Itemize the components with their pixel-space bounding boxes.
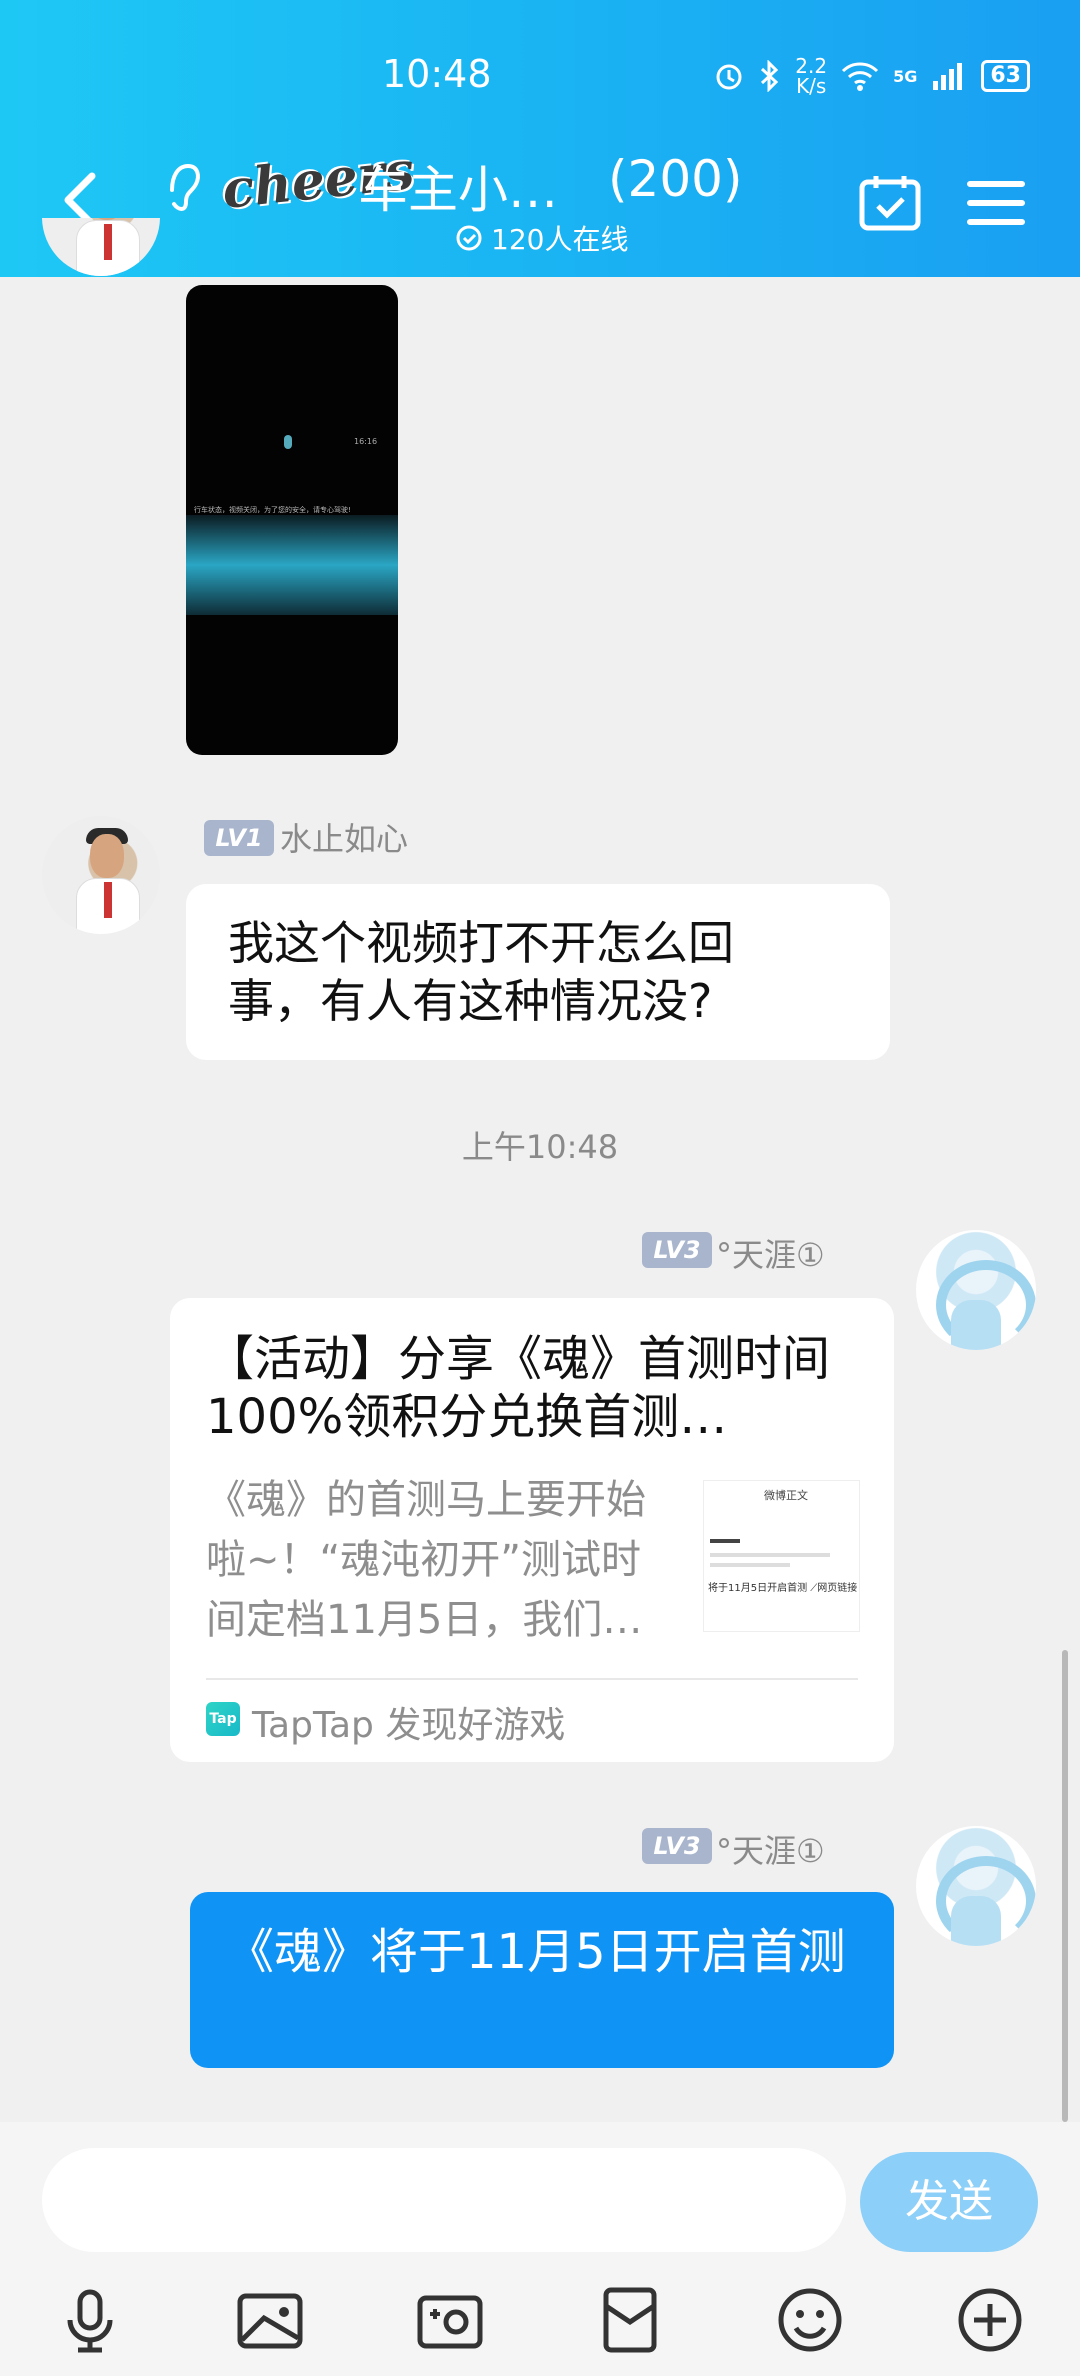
check-circle-icon bbox=[456, 225, 482, 251]
message-input[interactable] bbox=[42, 2148, 846, 2252]
ear-icon[interactable] bbox=[162, 160, 202, 212]
bluetooth-icon bbox=[761, 60, 779, 92]
microphone-icon[interactable] bbox=[54, 2284, 126, 2356]
menu-icon[interactable] bbox=[966, 178, 1026, 228]
sender-name[interactable]: 水止如心 bbox=[280, 814, 408, 860]
calendar-icon[interactable] bbox=[858, 172, 922, 232]
card-thumbnail: 微博正文 将于11月5日开启首测 ⟋网页链接 bbox=[703, 1480, 860, 1632]
video-message[interactable]: 16:16 行车状态，视频关闭，为了您的安全，请专心驾驶! bbox=[186, 285, 398, 755]
scrollbar[interactable] bbox=[1062, 1650, 1068, 2122]
status-icons: 2.2 K/s 5G 63 bbox=[713, 56, 1030, 96]
taptap-icon: Tap bbox=[206, 1702, 240, 1736]
alarm-icon bbox=[716, 64, 742, 90]
card-title: 【活动】分享《魂》首测时间 100%领积分兑换首测… bbox=[206, 1331, 831, 1445]
avatar[interactable] bbox=[916, 1230, 1036, 1350]
online-count: 120人在线 bbox=[491, 223, 629, 256]
level-badge: LV1 bbox=[204, 820, 274, 856]
status-time: 10:48 bbox=[382, 52, 492, 96]
card-description: 《魂》的首测马上要开始啦~！“魂沌初开”测试时间定档11月5日，我们… bbox=[206, 1477, 646, 1643]
online-status[interactable]: 120人在线 bbox=[455, 218, 628, 258]
image-icon[interactable] bbox=[234, 2284, 306, 2356]
level-badge: LV3 bbox=[642, 1232, 712, 1268]
send-button[interactable]: 发送 bbox=[860, 2152, 1038, 2252]
plus-icon[interactable] bbox=[954, 2284, 1026, 2356]
message-text: 我这个视频打不开怎么回事，有人有这种情况没? bbox=[228, 916, 734, 1028]
level-badge: LV3 bbox=[642, 1828, 712, 1864]
sender-name[interactable]: °天涯① bbox=[716, 1826, 825, 1872]
timestamp: 上午10:48 bbox=[461, 1128, 619, 1166]
network-type: 5G bbox=[893, 66, 918, 86]
red-packet-icon[interactable] bbox=[594, 2284, 666, 2356]
emoji-icon[interactable] bbox=[774, 2284, 846, 2356]
mic-icon bbox=[284, 435, 292, 449]
avatar[interactable] bbox=[42, 816, 160, 934]
battery-indicator: 63 bbox=[981, 60, 1030, 92]
net-speed: 2.2 K/s bbox=[795, 54, 828, 98]
group-name[interactable]: 车主小… bbox=[358, 150, 558, 222]
thumb-text: 将于11月5日开启首测 ⟋网页链接 bbox=[708, 1583, 858, 1594]
camera-icon[interactable] bbox=[414, 2284, 486, 2356]
self-message-text: 《魂》将于11月5日开启首测 bbox=[226, 1924, 846, 1980]
wifi-icon bbox=[842, 62, 879, 91]
card-source: TapTap 发现好游戏 bbox=[252, 1705, 566, 1746]
avatar[interactable] bbox=[916, 1826, 1036, 1946]
chat-header: 10:48 2.2 K/s 5G 63 cheers 车主小… (200) 120… bbox=[0, 0, 1080, 277]
member-count[interactable]: (200) bbox=[608, 150, 742, 208]
signal-icon bbox=[933, 63, 963, 90]
sender-name[interactable]: °天涯① bbox=[716, 1230, 825, 1276]
video-caption: 行车状态，视频关闭，为了您的安全，请专心驾驶! bbox=[194, 506, 351, 514]
video-clock: 16:16 bbox=[354, 437, 378, 446]
card-divider bbox=[206, 1678, 858, 1680]
